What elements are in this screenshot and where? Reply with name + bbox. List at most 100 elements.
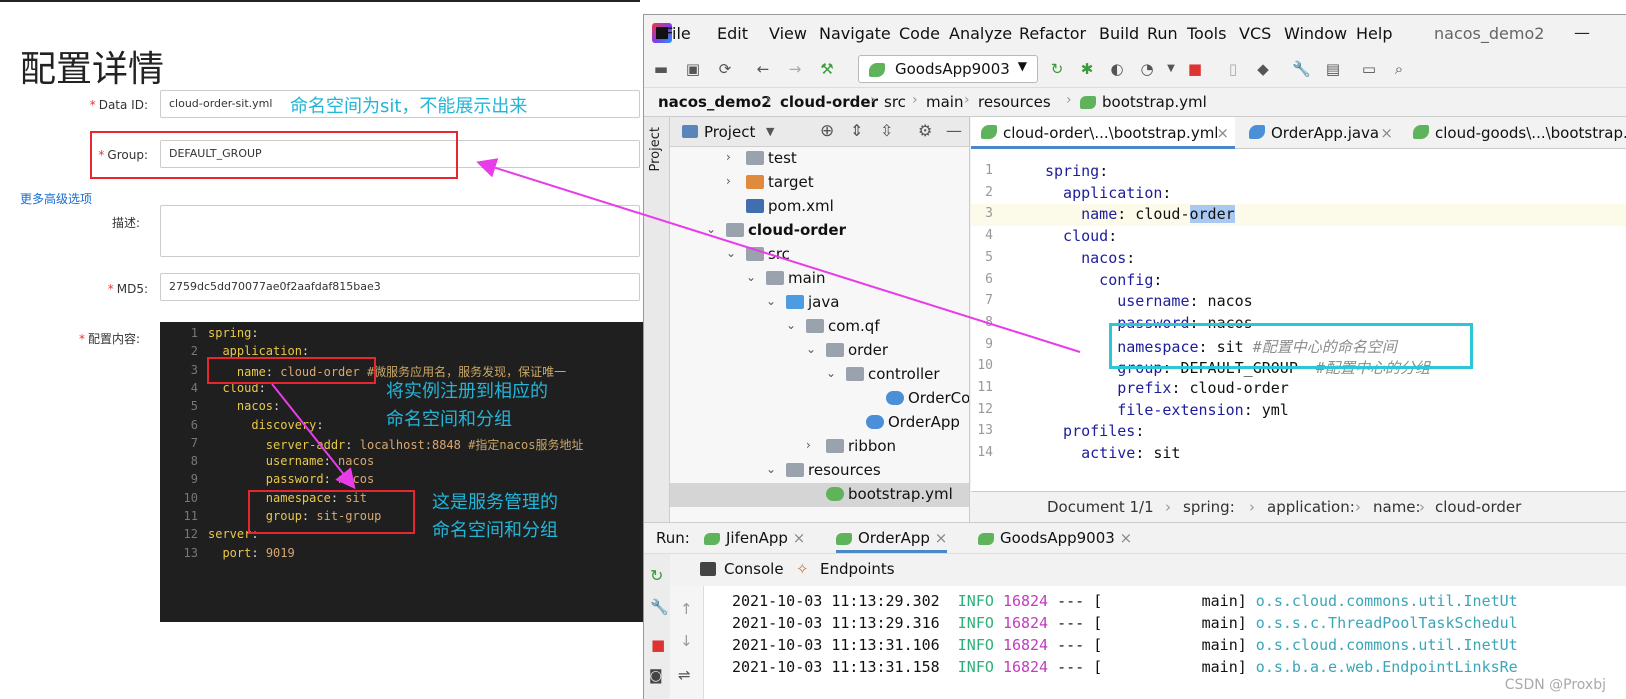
menu-analyze[interactable]: Analyze xyxy=(949,24,1012,43)
gear-icon[interactable]: ⚙ xyxy=(918,121,932,140)
chevron-right-icon[interactable]: › xyxy=(726,150,731,164)
rerun-icon[interactable]: ↻ xyxy=(1048,60,1066,78)
soft-wrap-icon[interactable]: ⇌ xyxy=(678,666,691,684)
breadcrumb-item[interactable]: cloud-order xyxy=(780,93,878,111)
chevron-right-icon[interactable]: › xyxy=(726,174,731,188)
rerun-icon[interactable]: ↻ xyxy=(650,566,663,585)
editor-tab[interactable]: cloud-order\...\bootstrap.yml × xyxy=(971,117,1235,149)
tree-item[interactable]: ⌄ main xyxy=(670,267,969,291)
structure-crumb[interactable]: cloud-order xyxy=(1435,498,1521,516)
breadcrumb-item[interactable]: src xyxy=(884,93,906,111)
run-tab[interactable]: OrderApp × xyxy=(836,529,948,553)
chevron-down-icon[interactable]: ⌄ xyxy=(806,342,816,356)
breadcrumb-item[interactable]: bootstrap.yml xyxy=(1102,93,1207,111)
run-options-chevron-icon[interactable]: ▼ xyxy=(1162,60,1180,78)
project-tool-button[interactable]: Project xyxy=(648,127,663,171)
save-icon[interactable]: ▣ xyxy=(684,60,702,78)
code-editor[interactable]: cloud-order\...\bootstrap.yml × OrderApp.j… xyxy=(971,117,1626,491)
close-icon[interactable]: × xyxy=(1216,124,1229,142)
scroll-down-icon[interactable]: ↓ xyxy=(680,632,693,650)
chevron-down-icon[interactable]: ⌄ xyxy=(706,222,716,236)
sync-icon[interactable]: ⟳ xyxy=(716,60,734,78)
structure-crumb[interactable]: application: xyxy=(1267,498,1355,516)
menu-navigate[interactable]: Navigate xyxy=(819,24,891,43)
chevron-down-icon[interactable]: ⌄ xyxy=(746,270,756,284)
console-tab[interactable]: Console xyxy=(724,560,784,578)
tree-item[interactable]: ⌄ cloud-order xyxy=(670,219,969,243)
stop-icon[interactable]: ■ xyxy=(651,636,665,654)
chevron-down-icon[interactable]: ⌄ xyxy=(726,246,736,260)
tree-item[interactable]: ⌄ com.qf xyxy=(670,315,969,339)
collapse-all-icon[interactable]: ⇳ xyxy=(880,121,893,140)
tree-item[interactable]: › target xyxy=(670,171,969,195)
tree-item[interactable]: bootstrap.yml xyxy=(670,483,969,507)
close-icon[interactable]: × xyxy=(1115,529,1133,547)
open-folder-icon[interactable]: ▬ xyxy=(652,60,670,78)
console-output[interactable]: 2021-10-03 11:13:29.302 INFO 16824 --- [… xyxy=(704,586,1626,699)
settings-wrench-icon[interactable]: 🔧 xyxy=(650,598,669,616)
menu-view[interactable]: View xyxy=(769,24,807,43)
structure-crumb[interactable]: Document 1/1 xyxy=(1047,498,1154,516)
tree-item[interactable]: pom.xml xyxy=(670,195,969,219)
minimize-button[interactable]: — xyxy=(1574,23,1590,42)
tree-item[interactable]: ⌄ java xyxy=(670,291,969,315)
menu-window[interactable]: Window xyxy=(1284,24,1347,43)
deploy-icon[interactable]: ◆ xyxy=(1254,60,1272,78)
terminal-icon[interactable]: ▭ xyxy=(1360,60,1378,78)
run-configuration-select[interactable]: GoodsApp9003 ▼ xyxy=(858,55,1038,83)
menu-vcs[interactable]: VCS xyxy=(1239,24,1271,43)
tree-item[interactable]: ⌄ resources xyxy=(670,459,969,483)
breadcrumb-item[interactable]: resources xyxy=(978,93,1051,111)
tree-item[interactable]: ⌄ src xyxy=(670,243,969,267)
chevron-down-icon[interactable]: ⌄ xyxy=(786,318,796,332)
chevron-right-icon[interactable]: › xyxy=(806,438,811,452)
editor-tab[interactable]: OrderApp.java × xyxy=(1239,117,1399,149)
run-tab[interactable]: JifenApp × xyxy=(704,529,805,547)
close-icon[interactable]: × xyxy=(1380,124,1393,142)
chevron-down-icon[interactable]: ▼ xyxy=(766,125,774,138)
description-field[interactable] xyxy=(160,205,640,257)
stop-icon[interactable]: ■ xyxy=(1186,60,1204,78)
tree-item[interactable]: › test xyxy=(670,147,969,171)
tree-item[interactable]: › ribbon xyxy=(670,435,969,459)
structure-crumb[interactable]: name: xyxy=(1373,498,1421,516)
attach-icon[interactable]: ▯ xyxy=(1224,60,1242,78)
menu-run[interactable]: Run xyxy=(1147,24,1178,43)
chevron-down-icon[interactable]: ⌄ xyxy=(766,462,776,476)
advanced-options-link[interactable]: 更多高级选项 xyxy=(20,190,92,207)
menu-help[interactable]: Help xyxy=(1356,24,1392,43)
endpoints-tab[interactable]: Endpoints xyxy=(820,560,895,578)
md5-field[interactable]: 2759dc5dd70077ae0f2aafdaf815bae3 xyxy=(160,273,640,301)
structure-crumb[interactable]: spring: xyxy=(1183,498,1235,516)
settings-wrench-icon[interactable]: 🔧 xyxy=(1292,60,1311,78)
menu-build[interactable]: Build xyxy=(1099,24,1139,43)
menu-tools[interactable]: Tools xyxy=(1187,24,1226,43)
hide-panel-icon[interactable]: — xyxy=(946,121,962,140)
menu-code[interactable]: Code xyxy=(899,24,940,43)
chevron-down-icon[interactable]: ⌄ xyxy=(766,294,776,308)
expand-all-icon[interactable]: ⇕ xyxy=(850,121,863,140)
chevron-down-icon[interactable]: ⌄ xyxy=(826,366,836,380)
forward-icon[interactable]: → xyxy=(786,60,804,78)
menu-refactor[interactable]: Refactor xyxy=(1019,24,1086,43)
tree-item[interactable]: OrderCon xyxy=(670,387,969,411)
tree-item[interactable]: OrderApp xyxy=(670,411,969,435)
scroll-up-icon[interactable]: ↑ xyxy=(680,600,693,618)
close-icon[interactable]: × xyxy=(930,529,948,547)
breadcrumb-item[interactable]: main xyxy=(926,93,963,111)
close-icon[interactable]: × xyxy=(788,529,806,547)
build-hammer-icon[interactable]: ⚒ xyxy=(818,60,836,78)
menu-edit[interactable]: Edit xyxy=(717,24,748,43)
camera-icon[interactable]: ◙ xyxy=(649,668,663,684)
debug-icon[interactable]: ✱ xyxy=(1078,60,1096,78)
project-panel-title[interactable]: Project xyxy=(704,123,755,141)
breadcrumb-item[interactable]: nacos_demo2 xyxy=(658,93,772,111)
editor-tab[interactable]: cloud-goods\...\bootstrap.yml xyxy=(1403,117,1626,149)
run-tab[interactable]: GoodsApp9003 × xyxy=(978,529,1132,547)
locate-target-icon[interactable]: ⊕ xyxy=(820,121,834,141)
menu-file[interactable]: File xyxy=(664,24,691,43)
back-icon[interactable]: ← xyxy=(754,60,772,78)
search-icon[interactable]: ⌕ xyxy=(1390,60,1408,78)
tree-item[interactable]: ⌄ controller xyxy=(670,363,969,387)
tree-item[interactable]: ⌄ order xyxy=(670,339,969,363)
